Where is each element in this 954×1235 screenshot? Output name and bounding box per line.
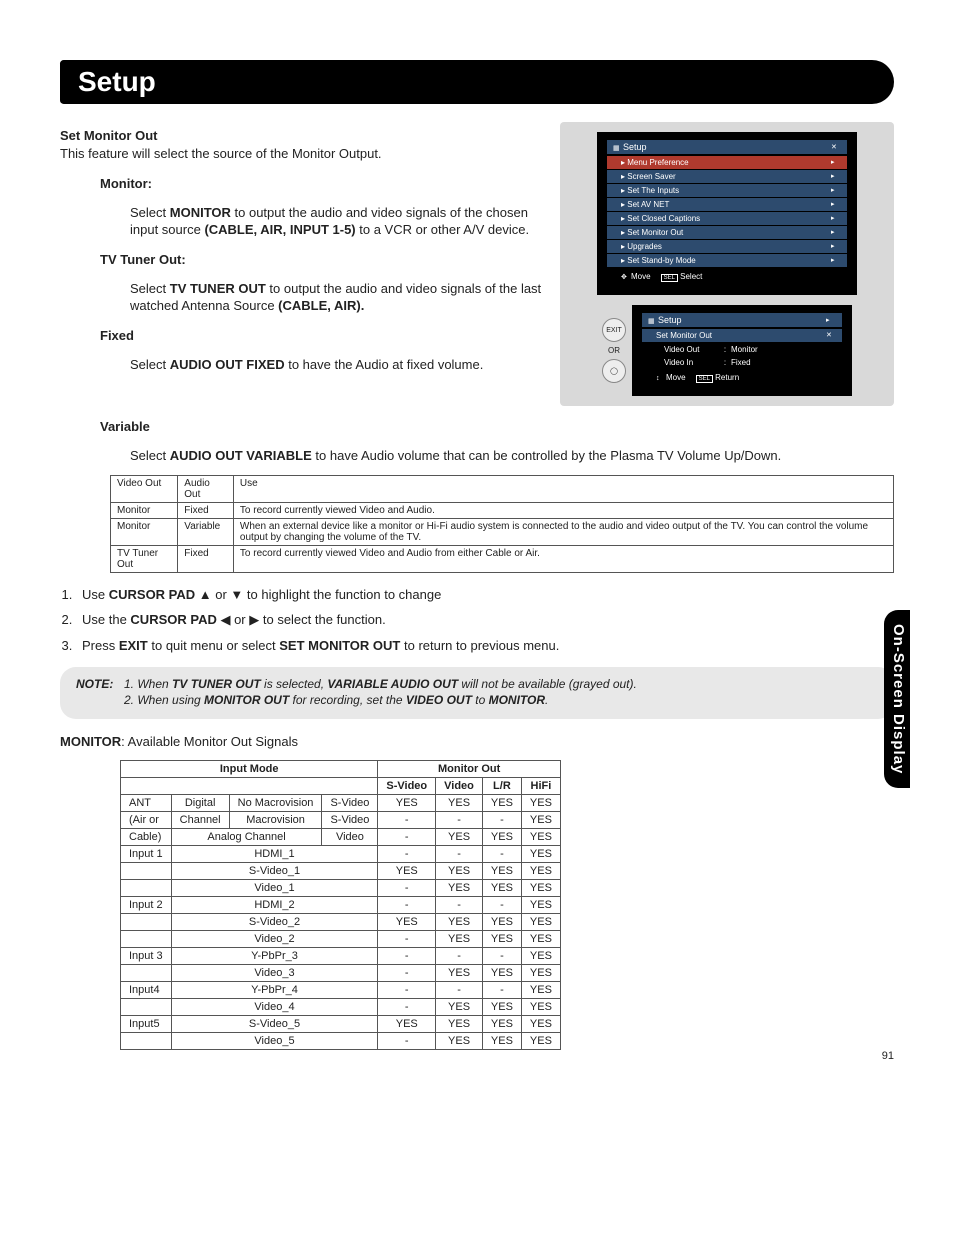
osd1-footer: ✥Move SEL Select [607,268,847,281]
menu-icon: ▦ [613,144,623,152]
osd-menu-item: ▸ Set Monitor Out▸ [607,226,847,239]
step-item: Use the CURSOR PAD ◀ or ▶ to select the … [76,612,894,628]
monitor-term: Monitor: [100,176,544,191]
table-row: MonitorVariableWhen an external device l… [111,518,894,545]
sel-badge: SEL [661,274,678,282]
table-row: S-Video_1YESYESYESYES [121,863,561,880]
cursor-pad-icon: ◯ [602,359,626,383]
osd-value-row: Video Out:Monitor [642,343,842,356]
note-item: When TV TUNER OUT is selected, VARIABLE … [137,677,637,691]
intro-text: This feature will select the source of t… [60,145,544,163]
move-icon: ✥ [621,273,631,281]
tvtuner-desc: Select TV TUNER OUT to output the audio … [130,280,544,315]
table-header: HiFi [521,778,560,795]
step-item: Use CURSOR PAD ▲ or ▼ to highlight the f… [76,587,894,602]
osd-menu-item: ▸ Set Stand-by Mode▸ [607,254,847,267]
sel-badge: SEL [696,375,713,383]
osd2-subtitle: Set Monitor Out✕ [642,329,842,342]
table-row: Video_1-YESYESYES [121,880,561,897]
note-item: When using MONITOR OUT for recording, se… [137,693,637,707]
table-row: Video_4-YESYESYES [121,999,561,1016]
osd-setup-menu: ▦Setup ✕ ▸ Menu Preference▸▸ Screen Save… [597,132,857,295]
audio-video-combo-table: Video OutAudio OutUse MonitorFixedTo rec… [110,475,894,573]
exit-button-icon: EXIT [602,318,626,342]
osd-menu-item: ▸ Set AV NET▸ [607,198,847,211]
osd1-title-row: ▦Setup ✕ [607,140,847,154]
table-row: Cable)Analog ChannelVideo-YESYESYES [121,829,561,846]
note-label: NOTE: [76,677,113,709]
page-title-bar: Setup [60,60,894,104]
table-row: Video_5-YESYESYES [121,1033,561,1050]
table-row: S-Video_2YESYESYESYES [121,914,561,931]
table-header: L/R [482,778,521,795]
osd-menu-item: ▸ Screen Saver▸ [607,170,847,183]
osd-menu-item: ▸ Menu Preference▸ [607,156,847,169]
set-monitor-out-heading: Set Monitor Out [60,128,544,143]
table-row: TV Tuner OutFixedTo record currently vie… [111,545,894,572]
table-header: Video [436,778,483,795]
table-header: Audio Out [178,475,234,502]
monitor-desc: Select MONITOR to output the audio and v… [130,204,544,239]
or-label: OR [608,346,620,355]
page-number: 91 [882,1050,894,1062]
table-header: Video Out [111,475,178,502]
table-row: Video_2-YESYESYES [121,931,561,948]
step-item: Press EXIT to quit menu or select SET MO… [76,638,894,653]
table-row: Input 3Y-PbPr_3---YES [121,948,561,965]
fixed-term: Fixed [100,328,544,343]
note-list: When TV TUNER OUT is selected, VARIABLE … [119,677,637,709]
side-tab: On-Screen Display [884,610,910,788]
page-title: Setup [78,66,876,98]
note-box: NOTE: When TV TUNER OUT is selected, VAR… [60,667,894,719]
table-row: Input 1HDMI_1---YES [121,846,561,863]
table-row: Video_3-YESYESYES [121,965,561,982]
variable-term: Variable [100,419,894,434]
updown-icon: ↕ [656,375,666,382]
table-header: Use [233,475,893,502]
table-row: ANTDigitalNo MacrovisionS-VideoYESYESYES… [121,795,561,812]
monitor-out-signals-table: Input ModeMonitor OutS-VideoVideoL/RHiFi… [120,760,561,1050]
osd-menu-item: ▸ Upgrades▸ [607,240,847,253]
table-row: (Air orChannelMacrovisionS-Video---YES [121,812,561,829]
osd-menu-item: ▸ Set Closed Captions▸ [607,212,847,225]
table-row: MonitorFixedTo record currently viewed V… [111,502,894,518]
osd-menu-item: ▸ Set The Inputs▸ [607,184,847,197]
close-icon: ✕ [831,143,841,151]
tvtuner-term: TV Tuner Out: [100,252,544,267]
osd-preview-panel: ▦Setup ✕ ▸ Menu Preference▸▸ Screen Save… [560,122,894,406]
table-header: S-Video [378,778,436,795]
osd-set-monitor-out: ▦Setup ▸ Set Monitor Out✕ Video Out:Moni… [632,305,852,396]
variable-desc: Select AUDIO OUT VARIABLE to have Audio … [130,447,894,465]
table-row: Input5S-Video_5YESYESYESYES [121,1016,561,1033]
signals-caption: MONITOR: Available Monitor Out Signals [60,733,894,751]
osd2-title-row: ▦Setup ▸ [642,313,842,327]
fixed-desc: Select AUDIO OUT FIXED to have the Audio… [130,356,544,374]
osd2-footer: ↕Move SEL Return [642,369,842,382]
osd-value-row: Video In:Fixed [642,356,842,369]
instruction-steps: Use CURSOR PAD ▲ or ▼ to highlight the f… [60,587,894,653]
table-row: Input4Y-PbPr_4---YES [121,982,561,999]
table-row: Input 2HDMI_2---YES [121,897,561,914]
